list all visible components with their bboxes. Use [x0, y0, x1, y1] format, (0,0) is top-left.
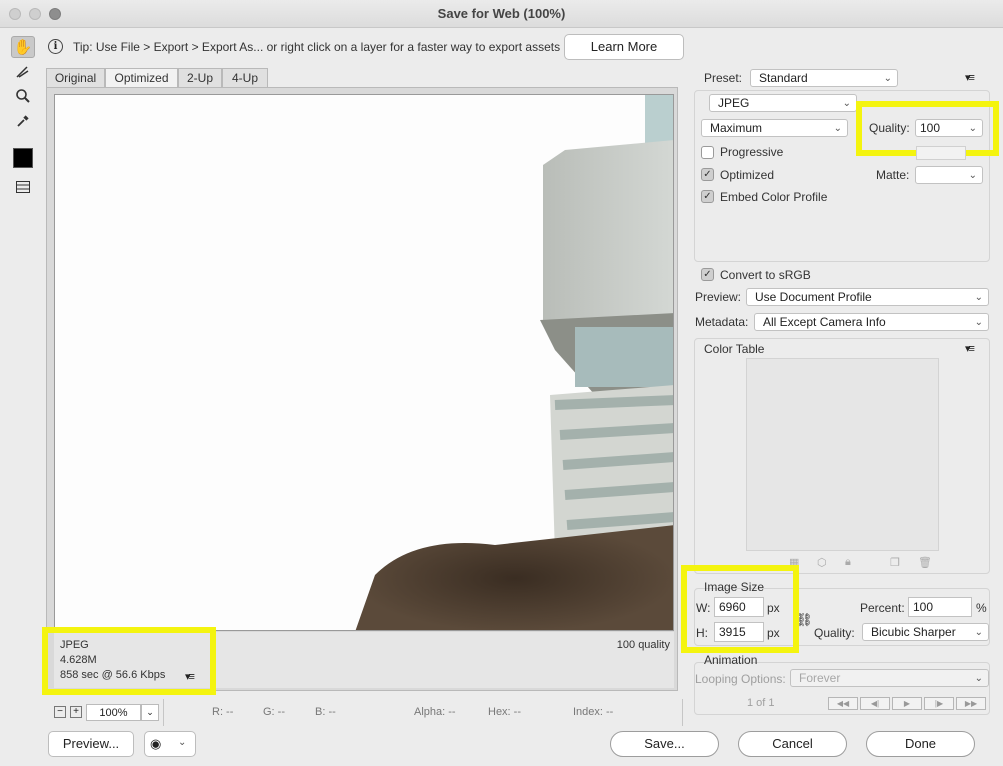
chevron-down-icon: ⌄	[842, 98, 851, 109]
chevron-down-icon: ⌄	[974, 627, 983, 638]
preset-value: Standard	[759, 71, 808, 85]
eyedropper-icon[interactable]	[11, 110, 35, 132]
color-table-menu-icon[interactable]: ▾≡	[965, 342, 975, 355]
chevron-down-icon: ⌄	[883, 73, 892, 84]
last-frame-button[interactable]: ▶▶	[956, 697, 986, 710]
looping-options-label: Looping Options:	[695, 672, 786, 686]
percent-label: Percent:	[860, 601, 905, 615]
metadata-select[interactable]: All Except Camera Info ⌄	[754, 313, 989, 331]
learn-more-button[interactable]: Learn More	[564, 34, 684, 60]
metadata-value: All Except Camera Info	[763, 315, 886, 329]
compression-value: Maximum	[710, 121, 763, 135]
color-table-title: Color Table	[704, 342, 765, 356]
eyedropper-color-swatch[interactable]	[13, 148, 33, 168]
preset-select[interactable]: Standard ⌄	[750, 69, 898, 87]
convert-srgb-checkbox[interactable]: ✓	[701, 268, 714, 281]
tab-original[interactable]: Original	[46, 68, 105, 88]
save-button[interactable]: Save...	[610, 731, 719, 757]
cancel-button[interactable]: Cancel	[738, 731, 847, 757]
status-separator	[163, 699, 164, 726]
matte-label: Matte:	[876, 168, 910, 182]
frame-counter: 1 of 1	[747, 697, 775, 709]
next-frame-button[interactable]: |▶	[924, 697, 954, 710]
info-icon: i	[48, 39, 63, 54]
new-color-icon[interactable]: ❐	[890, 556, 900, 569]
hand-icon[interactable]: ✋	[11, 36, 35, 58]
matte-select[interactable]: ⌄	[915, 166, 983, 184]
chevron-down-icon: ⌄	[974, 673, 983, 684]
chevron-down-icon: ⌄	[974, 292, 983, 303]
toggle-slices-icon[interactable]	[11, 176, 35, 198]
status-alpha: Alpha: --	[414, 706, 456, 718]
highlight-preview-info	[42, 627, 216, 695]
status-index: Index: --	[573, 706, 614, 718]
optimize-menu-icon[interactable]: ▾≡	[965, 71, 975, 84]
preview-profile-select[interactable]: Use Document Profile ⌄	[746, 288, 989, 306]
tab-4up[interactable]: 4-Up	[222, 68, 268, 88]
slice-select-icon[interactable]	[11, 61, 35, 83]
done-button[interactable]: Done	[866, 731, 975, 757]
chevron-down-icon: ⌄	[833, 123, 842, 134]
highlight-image-size	[681, 565, 799, 653]
preview-profile-label: Preview:	[695, 290, 742, 304]
previous-frame-button[interactable]: ◀|	[860, 697, 890, 710]
window-title: Save for Web (100%)	[437, 6, 566, 21]
convert-srgb-label: Convert to sRGB	[720, 268, 811, 282]
first-frame-button[interactable]: ◀◀	[828, 697, 858, 710]
animation-title: Animation	[704, 653, 758, 667]
optimized-label: Optimized	[720, 168, 775, 182]
preview-quality-label: 100 quality	[616, 639, 670, 651]
file-format-value: JPEG	[718, 96, 750, 110]
chevron-down-icon: ⌄	[968, 170, 977, 181]
status-red: R: --	[212, 706, 234, 718]
preview-in-browser-button[interactable]: Preview...	[48, 731, 134, 757]
embed-color-profile-label: Embed Color Profile	[720, 190, 828, 204]
file-format-select[interactable]: JPEG ⌄	[709, 94, 857, 112]
image-preview[interactable]	[54, 94, 674, 631]
tip-text: Tip: Use File > Export > Export As... or…	[73, 40, 561, 54]
trash-icon[interactable]: 🗑︎	[918, 556, 932, 569]
blur-field[interactable]	[916, 146, 966, 160]
browser-icon: ◉	[150, 736, 162, 751]
zoom-level-dropdown[interactable]: ⌄	[141, 704, 159, 721]
looping-options-value: Forever	[799, 671, 841, 685]
preview-photo	[55, 95, 673, 630]
lock-icon[interactable]: 🔒︎	[845, 556, 851, 569]
looping-options-select[interactable]: Forever ⌄	[790, 669, 989, 687]
tab-2up[interactable]: 2-Up	[178, 68, 222, 88]
preset-label: Preset:	[704, 71, 743, 85]
resample-quality-value: Bicubic Sharper	[871, 625, 956, 639]
progressive-label: Progressive	[720, 145, 784, 159]
status-green: G: --	[263, 706, 285, 718]
chevron-down-icon: ⌄	[178, 737, 187, 748]
status-separator	[682, 699, 683, 726]
percent-field[interactable]: 100	[908, 597, 972, 617]
zoom-level-field[interactable]: 100%	[86, 704, 141, 721]
status-blue: B: --	[315, 706, 336, 718]
chevron-down-icon: ⌄	[974, 317, 983, 328]
progressive-checkbox[interactable]	[701, 146, 714, 159]
embed-color-profile-checkbox[interactable]: ✓	[701, 190, 714, 203]
zoom-out-button[interactable]: −	[54, 706, 66, 718]
tab-optimized[interactable]: Optimized	[105, 68, 178, 88]
web-shift-icon[interactable]: ⬡	[817, 556, 827, 569]
metadata-label: Metadata:	[695, 315, 749, 329]
percent-unit: %	[976, 601, 987, 615]
play-button[interactable]: ▶	[892, 697, 922, 710]
resample-quality-select[interactable]: Bicubic Sharper ⌄	[862, 623, 989, 641]
compression-quality-select[interactable]: Maximum ⌄	[701, 119, 848, 137]
color-table-swatches[interactable]	[746, 358, 939, 551]
browser-select-button[interactable]: ◉ ⌄	[144, 731, 196, 757]
zoom-icon[interactable]	[11, 85, 35, 107]
status-hex: Hex: --	[488, 706, 521, 718]
optimized-checkbox[interactable]: ✓	[701, 168, 714, 181]
zoom-in-button[interactable]: +	[70, 706, 82, 718]
preview-profile-value: Use Document Profile	[755, 290, 872, 304]
resample-quality-label: Quality:	[814, 626, 855, 640]
